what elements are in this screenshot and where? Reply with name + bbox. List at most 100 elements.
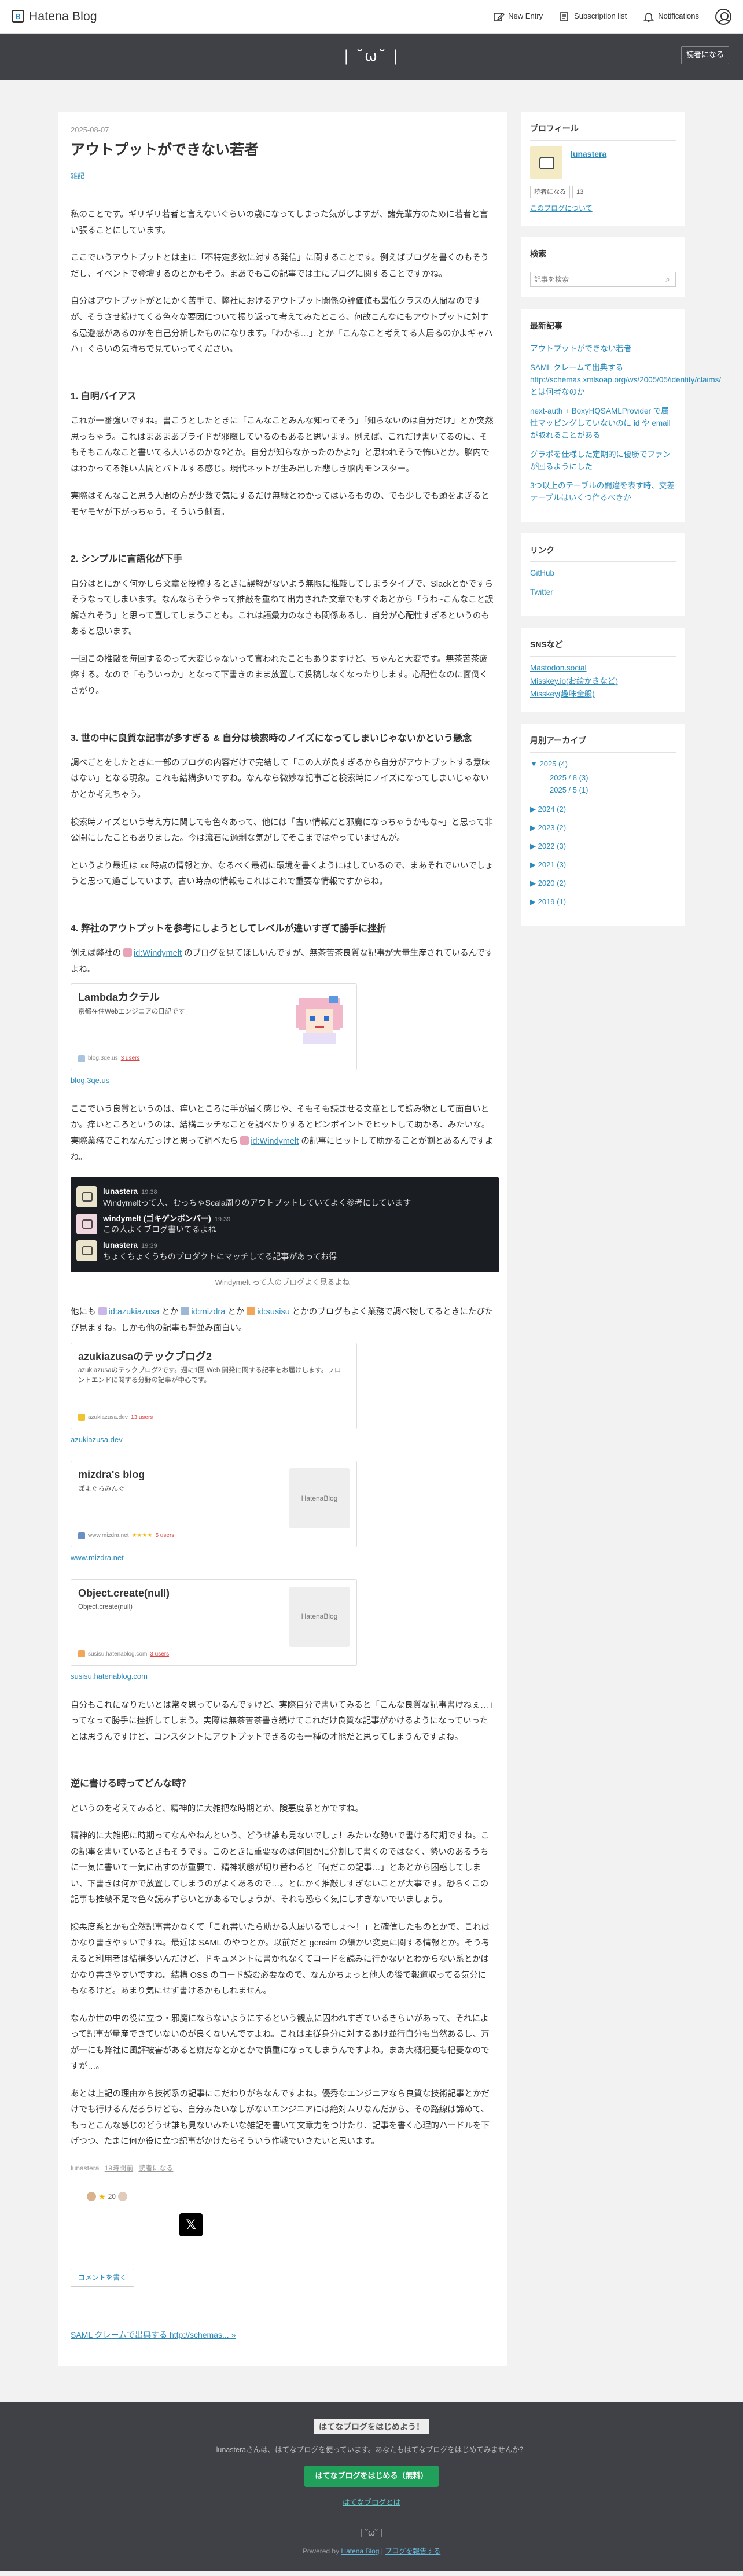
hatena-bookmark-users[interactable]: 13 users <box>131 1412 153 1423</box>
profile-avatar-icon[interactable] <box>530 146 562 179</box>
archive-year-2025[interactable]: ▼ 2025 (4) <box>530 760 568 768</box>
about-blog-link[interactable]: このブログについて <box>530 202 676 215</box>
embed-card-site: www.mizdra.net <box>88 1532 129 1539</box>
footer-subscribe-link[interactable]: 読者になる <box>138 2164 173 2172</box>
hatena-bookmark-users[interactable]: 3 users <box>121 1053 140 1064</box>
pager: SAML クレームで出典する http://schemas... » <box>71 2327 494 2343</box>
embed-card-susisu[interactable]: Object.create(null) Object.create(null) … <box>71 1579 357 1666</box>
embed-card-footer: www.mizdra.net ★★★★ 5 users <box>78 1530 174 1541</box>
entry-permalink[interactable]: 19時間前 <box>105 2164 133 2172</box>
id-link-windymelt[interactable]: id:Windymelt <box>134 949 182 958</box>
slack-author-name: lunastera <box>103 1187 138 1196</box>
list-item: ▶ 2023 (2) <box>530 822 676 834</box>
next-entry-link[interactable]: SAML クレームで出典する http://schemas... » <box>71 2330 236 2339</box>
star-user-avatar-icon[interactable] <box>87 2192 96 2202</box>
mizdra-avatar-icon <box>181 1307 190 1316</box>
archive-year-2022[interactable]: ▶ 2022 (3) <box>530 842 566 850</box>
notifications-link[interactable]: Notifications <box>643 9 699 24</box>
windymelt-avatar-icon <box>76 1213 97 1234</box>
start-hatena-blog-button[interactable]: はてなブログをはじめる（無料） <box>304 2466 439 2487</box>
embed-card-url[interactable]: blog.3qe.us <box>71 1074 494 1088</box>
entry-title[interactable]: アウトプットができない若者 <box>71 140 494 160</box>
write-comment-button[interactable]: コメントを書く <box>71 2269 135 2287</box>
id-link-azukiazusa[interactable]: id:azukiazusa <box>109 1307 160 1317</box>
hatena-bookmark-users[interactable]: 5 users <box>155 1530 174 1541</box>
list-item: Mastodon.social <box>530 662 676 675</box>
embed-card-mizdra[interactable]: mizdra's blog ぽよぐらみんぐ www.mizdra.net ★★★… <box>71 1461 357 1548</box>
list-item: SAML クレームで出典する http://schemas.xmlsoap.or… <box>530 362 721 399</box>
star-user-avatar-icon[interactable] <box>117 2192 127 2202</box>
text-fragment: とか <box>227 1307 245 1317</box>
new-entry-link[interactable]: New Entry <box>493 9 543 24</box>
misskey-io-link[interactable]: Misskey.io(お絵かきなど) <box>530 677 618 686</box>
blog-title[interactable]: | ˘ω˘ | <box>344 42 399 71</box>
hatena-blog-logo-text: Hatena Blog <box>29 9 97 23</box>
recent-entry-link[interactable]: SAML クレームで出典する http://schemas.xmlsoap.or… <box>530 363 721 396</box>
list-item: 2025 / 8 (3) <box>550 772 676 784</box>
about-hatena-blog-link[interactable]: はてなブログとは <box>0 2496 743 2510</box>
embed-card-azukiazusa[interactable]: azukiazusaのテックブログ2 azukiazusaのテックブログ2です。… <box>71 1342 357 1429</box>
embed-card-site: azukiazusa.dev <box>88 1414 128 1421</box>
module-heading: SNSなど <box>530 637 676 657</box>
archive-year-2019[interactable]: ▶ 2019 (1) <box>530 897 566 906</box>
user-account-icon[interactable] <box>715 8 731 25</box>
links-module: リンク GitHub Twitter <box>521 533 685 617</box>
module-heading: 最新記事 <box>530 318 676 338</box>
section-paragraph: 実際はそんなこと思う人間の方が少数で気にするだけ無駄とわかってはいるものの、でも… <box>71 492 490 517</box>
recent-entry-link[interactable]: 3つ以上のテーブルの間違を表す時、交差テーブルはいくつ作るべきか <box>530 481 675 502</box>
subscribe-button[interactable]: 読者になる <box>681 46 729 64</box>
star-rating-icon: ★★★★ <box>131 1532 153 1539</box>
twitter-link[interactable]: Twitter <box>530 588 553 596</box>
subscription-list-link[interactable]: Subscription list <box>559 9 627 24</box>
hatena-logo-icon: B <box>12 10 24 23</box>
report-blog-link[interactable]: ブログを報告する <box>385 2547 440 2555</box>
section-paragraph: というのを考えてみると、精神的に大雑把な時期とか、険悪度系とかですね。 <box>71 1804 363 1814</box>
embed-card-url[interactable]: azukiazusa.dev <box>71 1433 494 1447</box>
archive-month-link[interactable]: 2025 / 5 (1) <box>550 786 588 794</box>
github-link[interactable]: GitHub <box>530 569 554 577</box>
slack-author-name: windymelt (ゴキゲンボンバー) <box>103 1214 211 1223</box>
list-item: GitHub <box>530 567 676 580</box>
embed-card-site: blog.3qe.us <box>88 1055 118 1062</box>
module-heading: プロフィール <box>530 121 676 141</box>
site-favicon-icon <box>78 1650 85 1658</box>
recent-entry-link[interactable]: グラポを仕様した定期的に優勝でファンが回るようにした <box>530 450 671 471</box>
list-item: アウトプットができない若者 <box>530 343 676 355</box>
text-fragment: 他にも <box>71 1307 96 1317</box>
embed-card-lambda[interactable]: Lambdaカクテル 京都在住Webエンジニアの日記です blog.3qe.us… <box>71 983 357 1071</box>
id-link-mizdra[interactable]: id:mizdra <box>191 1307 225 1317</box>
footer-blog-logo[interactable]: | ˘ω˘ | <box>0 2525 743 2542</box>
archive-year-2023[interactable]: ▶ 2023 (2) <box>530 823 566 832</box>
entry-author: lunastera <box>71 2164 100 2172</box>
misskey-link[interactable]: Misskey(趣味全般) <box>530 690 595 698</box>
hatena-blog-thumbnail: HatenaBlog <box>289 1586 350 1647</box>
reader-subscribe-button[interactable]: 読者になる <box>530 185 570 199</box>
hatena-blog-logo[interactable]: B Hatena Blog <box>12 5 97 28</box>
section-heading: 4. 弊社のアウトプットを参考にしようとしてレベルが違いすぎて勝手に挫折 <box>71 923 387 934</box>
lunastera-avatar-icon <box>76 1240 97 1262</box>
recent-entry-link[interactable]: next-auth + BoxyHQSAMLProvider で属性マッピングし… <box>530 407 671 440</box>
category-link[interactable]: 雑記 <box>71 172 84 180</box>
share-x-button[interactable]: 𝕏 <box>179 2213 203 2237</box>
links-list: GitHub Twitter <box>530 567 676 599</box>
star-count[interactable]: 20 <box>108 2190 116 2203</box>
embed-card-url[interactable]: susisu.hatenablog.com <box>71 1670 494 1684</box>
hatena-blog-link[interactable]: Hatena Blog <box>341 2547 379 2555</box>
blog-header: | ˘ω˘ | 読者になる <box>0 34 743 80</box>
search-icon[interactable]: ⌕ <box>660 272 675 286</box>
hatena-bookmark-users[interactable]: 3 users <box>150 1649 169 1660</box>
recent-entry-link[interactable]: アウトプットができない若者 <box>530 344 632 353</box>
profile-username[interactable]: lunastera <box>571 146 606 162</box>
section-heading: 1. 自明バイアス <box>71 391 137 401</box>
id-link-susisu[interactable]: id:susisu <box>257 1307 289 1317</box>
list-item: グラポを仕様した定期的に優勝でファンが回るようにした <box>530 449 676 473</box>
id-link-windymelt[interactable]: id:Windymelt <box>251 1137 299 1146</box>
archive-year-2020[interactable]: ▶ 2020 (2) <box>530 879 566 887</box>
search-input[interactable] <box>531 272 660 286</box>
archive-year-2024[interactable]: ▶ 2024 (2) <box>530 805 566 813</box>
mastodon-link[interactable]: Mastodon.social <box>530 664 587 672</box>
archive-month-link[interactable]: 2025 / 8 (3) <box>550 773 588 782</box>
slack-message: windymelt (ゴキゲンボンバー) 19:39 この人よくブログ書いてるよね <box>76 1211 493 1239</box>
embed-card-url[interactable]: www.mizdra.net <box>71 1551 494 1565</box>
archive-year-2021[interactable]: ▶ 2021 (3) <box>530 860 566 869</box>
